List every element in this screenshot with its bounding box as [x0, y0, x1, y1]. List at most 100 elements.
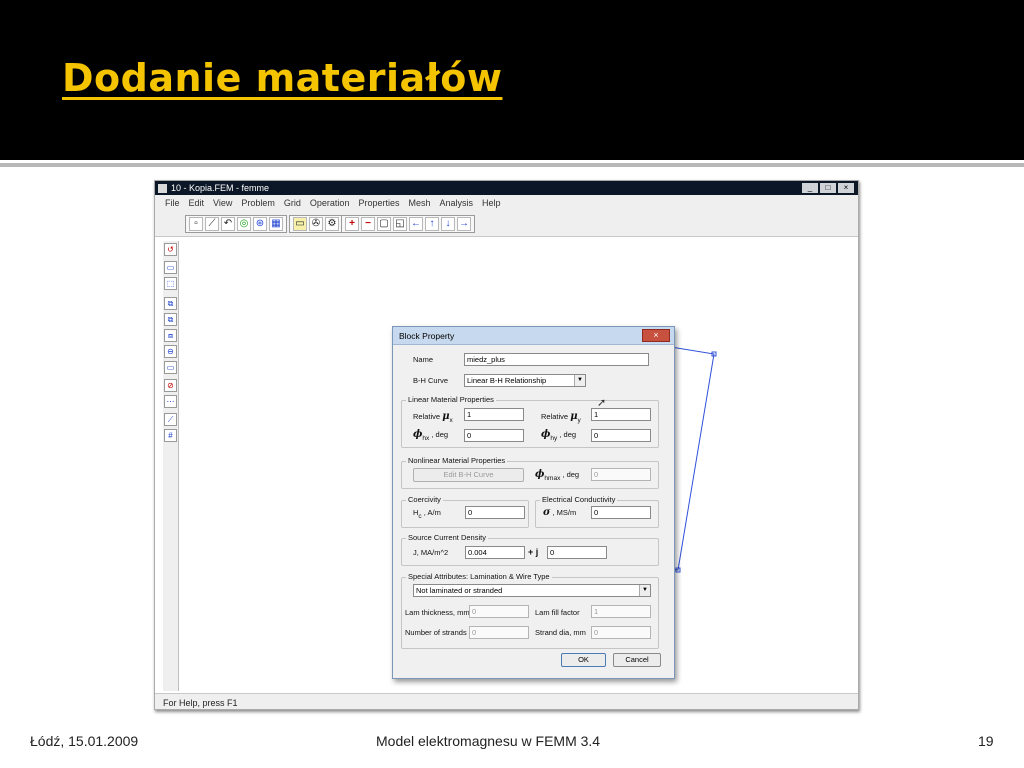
zoom-window-icon[interactable]: ◱: [393, 217, 407, 231]
toolbar: ▫ ⟋ ↶ ◎ ⊛ ▦ ▭ ✇ ⚙ + − ▢ ◱ ← ↑ ↓ →: [155, 211, 858, 237]
strands-input[interactable]: 0: [469, 626, 529, 639]
dialog-close-button[interactable]: ×: [642, 329, 670, 342]
current-density-real-input[interactable]: 0.004: [465, 546, 525, 559]
undo-icon[interactable]: ↺: [164, 243, 177, 256]
femm-window: 10 - Kopia.FEM - femme _ □ × File Edit V…: [154, 180, 859, 710]
lam-fill-label: Lam fill factor: [535, 608, 580, 617]
coercivity-input[interactable]: 0: [465, 506, 525, 519]
menu-view[interactable]: View: [213, 195, 232, 211]
phi-hmax-label: ϕhmax , deg: [535, 469, 580, 483]
copy-icon[interactable]: ⧉: [164, 297, 177, 310]
cancel-button[interactable]: Cancel: [613, 653, 661, 667]
lam-thickness-input[interactable]: 0: [469, 605, 529, 618]
phi-hx-label: ϕhx , deg: [413, 429, 449, 443]
minimize-button[interactable]: _: [802, 183, 818, 193]
slide-title: Dodanie materiałów: [62, 56, 503, 100]
mesh-icon[interactable]: ✇: [309, 217, 323, 231]
app-icon: [158, 184, 167, 193]
grid-dots-icon[interactable]: ⋯: [164, 395, 177, 408]
phi-hy-label: ϕhy , deg: [541, 429, 577, 443]
edit-bh-curve-button[interactable]: Edit B-H Curve: [413, 468, 524, 482]
bh-curve-value: Linear B-H Relationship: [467, 376, 547, 385]
menu-properties[interactable]: Properties: [358, 195, 399, 211]
footer-date: Łódź, 15.01.2009: [30, 733, 139, 749]
mu-x-input[interactable]: 1: [464, 408, 524, 421]
header-rule: [0, 163, 1024, 167]
name-label: Name: [413, 355, 434, 364]
page-icon[interactable]: ▢: [377, 217, 391, 231]
delete-icon[interactable]: ⊘: [164, 379, 177, 392]
window-titlebar: 10 - Kopia.FEM - femme _ □ ×: [155, 181, 858, 195]
select-node-icon[interactable]: ▭: [164, 261, 177, 274]
phi-hx-input[interactable]: 0: [464, 429, 524, 442]
group-icon[interactable]: ▦: [269, 217, 283, 231]
status-bar: For Help, press F1: [155, 693, 858, 709]
drawing-canvas[interactable]: Block Property × Name miedz_plus B-H Cur…: [181, 238, 851, 690]
toolbar-group-edit: ▫ ⟋ ↶ ◎ ⊛ ▦: [185, 215, 287, 233]
arrow-up-icon[interactable]: ↑: [425, 217, 439, 231]
bh-curve-select[interactable]: Linear B-H Relationship ▼: [464, 374, 586, 387]
coercivity-group-title: Coercivity: [406, 495, 443, 505]
lam-thickness-label: Lam thickness, mm: [405, 608, 470, 617]
mu-y-input[interactable]: 1: [591, 408, 651, 421]
menu-help[interactable]: Help: [482, 195, 501, 211]
mirror-icon[interactable]: ⊖: [164, 345, 177, 358]
chevron-down-icon: ▼: [639, 585, 650, 596]
scale-icon[interactable]: ⧈: [164, 329, 177, 342]
table-icon[interactable]: ▭: [293, 217, 307, 231]
block-property-dialog: Block Property × Name miedz_plus B-H Cur…: [392, 326, 675, 679]
lam-fill-input[interactable]: 1: [591, 605, 651, 618]
run-icon[interactable]: ⚙: [325, 217, 339, 231]
close-window-button[interactable]: ×: [838, 183, 854, 193]
current-density-imag-input[interactable]: 0: [547, 546, 607, 559]
window-title: 10 - Kopia.FEM - femme: [171, 183, 270, 193]
chevron-down-icon: ▼: [574, 375, 585, 386]
dialog-title: Block Property: [393, 327, 674, 345]
menu-edit[interactable]: Edit: [189, 195, 205, 211]
arc-icon[interactable]: ◎: [237, 217, 251, 231]
plus-j-label: + j: [528, 547, 539, 557]
lamination-select[interactable]: Not laminated or stranded ▼: [413, 584, 651, 597]
phi-hy-input[interactable]: 0: [591, 429, 651, 442]
segment-icon[interactable]: ↶: [221, 217, 235, 231]
coercivity-label: Hc , A/m: [413, 508, 441, 520]
grid-size-icon[interactable]: #: [164, 429, 177, 442]
minus-icon[interactable]: −: [361, 217, 375, 231]
conductivity-input[interactable]: 0: [591, 506, 651, 519]
mu-y-label: Relative μy: [541, 411, 581, 425]
block-label-icon[interactable]: ⊛: [253, 217, 267, 231]
fillet-icon[interactable]: ▭: [164, 361, 177, 374]
name-input[interactable]: miedz_plus: [464, 353, 649, 366]
menu-file[interactable]: File: [165, 195, 180, 211]
footer-title: Model elektromagnesu w FEMM 3.4: [376, 733, 601, 749]
select-segment-icon[interactable]: ⬚: [164, 277, 177, 290]
special-attributes-title: Special Attributes: Lamination & Wire Ty…: [406, 572, 552, 582]
mouse-cursor-icon: ➚: [597, 397, 607, 409]
menu-grid[interactable]: Grid: [284, 195, 301, 211]
node-icon[interactable]: ⟋: [205, 217, 219, 231]
toolbar-group-nav: + − ▢ ◱ ← ↑ ↓ →: [341, 215, 475, 233]
mu-x-label: Relative μx: [413, 411, 453, 425]
plus-icon[interactable]: +: [345, 217, 359, 231]
lamination-value: Not laminated or stranded: [416, 586, 503, 595]
left-toolbar: ↺ ▭ ⬚ ⧉ ⧉ ⧈ ⊖ ▭ ⊘ ⋯ ⟋ #: [163, 241, 179, 691]
pointer-icon[interactable]: ▫: [189, 217, 203, 231]
menu-mesh[interactable]: Mesh: [408, 195, 430, 211]
menu-analysis[interactable]: Analysis: [440, 195, 474, 211]
menu-operation[interactable]: Operation: [310, 195, 350, 211]
snap-icon[interactable]: ⟋: [164, 413, 177, 426]
move-icon[interactable]: ⧉: [164, 313, 177, 326]
ok-button[interactable]: OK: [561, 653, 606, 667]
menu-problem[interactable]: Problem: [241, 195, 275, 211]
maximize-button[interactable]: □: [820, 183, 836, 193]
footer-page-number: 19: [978, 733, 994, 749]
strand-dia-input[interactable]: 0: [591, 626, 651, 639]
arrow-left-icon[interactable]: ←: [409, 217, 423, 231]
arrow-right-icon[interactable]: →: [457, 217, 471, 231]
arrow-down-icon[interactable]: ↓: [441, 217, 455, 231]
linear-group-title: Linear Material Properties: [406, 395, 496, 405]
phi-hmax-input[interactable]: 0: [591, 468, 651, 481]
bh-curve-label: B-H Curve: [413, 376, 449, 385]
current-density-label: J, MA/m^2: [413, 548, 449, 557]
strand-dia-label: Strand dia, mm: [535, 628, 586, 637]
